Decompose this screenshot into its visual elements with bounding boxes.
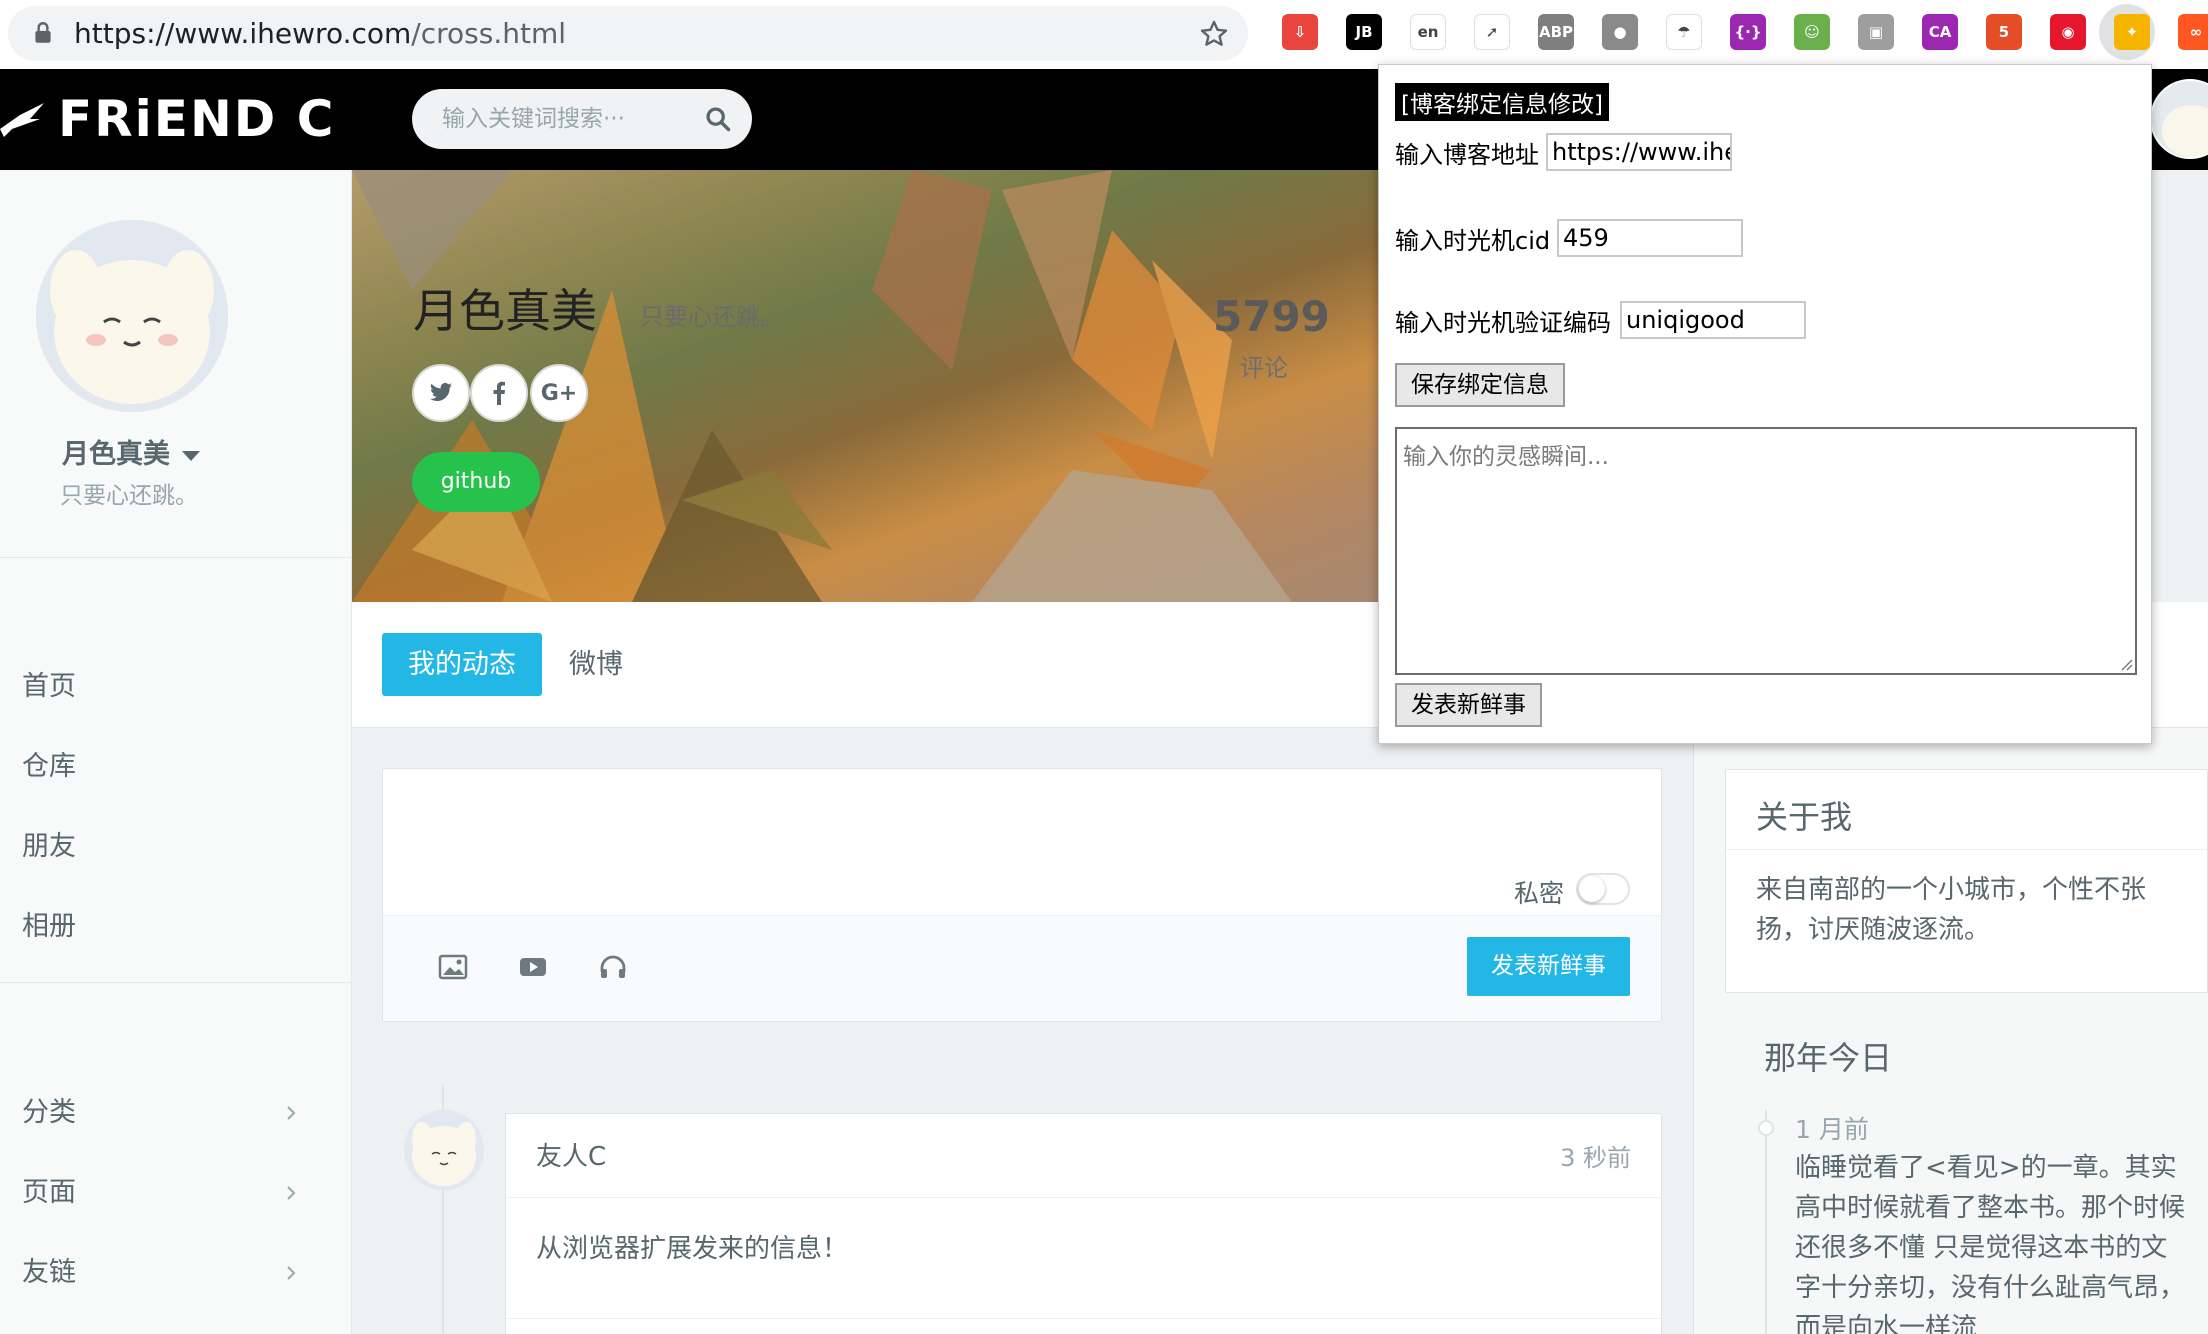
comment-count: 5799	[1213, 292, 1330, 341]
google-plus-icon: G+	[540, 380, 578, 406]
jetbrains-ext-icon[interactable]: JB	[1346, 14, 1382, 50]
profile-signature: 只要心还跳。	[60, 483, 198, 509]
tab-my-feed[interactable]: 我的动态	[382, 633, 542, 696]
site-logo[interactable]: FRiEND C	[0, 87, 335, 151]
nav-group-category[interactable]: 分类	[22, 1090, 76, 1129]
nav-item-home[interactable]: 首页	[22, 664, 76, 703]
profile-title: 月色真美	[413, 284, 597, 338]
about-card: 关于我 来自南部的一个小城市，个性不张扬，讨厌随波逐流。	[1725, 769, 2208, 993]
blog-url-label: 输入博客地址	[1395, 141, 1539, 169]
purple-ext-icon[interactable]: {·}	[1730, 14, 1766, 50]
search-placeholder: 输入关键词搜索···	[442, 106, 625, 132]
feed-post: 友人C 3 秒前 从浏览器扩展发来的信息！	[505, 1113, 1662, 1334]
on-this-day-title: 那年今日	[1764, 1039, 1893, 1077]
github-button[interactable]: github	[412, 452, 540, 512]
ca-ext-icon[interactable]: CA	[1922, 14, 1958, 50]
profile-subtitle: 只要心还跳。	[640, 303, 784, 331]
comment-count-label: 评论	[1240, 354, 1288, 382]
video-icon[interactable]	[518, 954, 548, 980]
chevron-right-icon	[287, 1106, 296, 1120]
tab-weibo[interactable]: 微博	[569, 633, 623, 696]
image-ext-icon[interactable]: ▣	[1858, 14, 1894, 50]
post-author[interactable]: 友人C	[536, 1136, 606, 1173]
timeline-dot	[1758, 1120, 1774, 1136]
resize-grip-icon[interactable]	[2119, 657, 2133, 671]
blog-url-input[interactable]: https://www.ihewro.co	[1546, 133, 1732, 171]
publish-button[interactable]: 发表新鲜事	[1467, 937, 1630, 996]
extension-popup: [博客绑定信息修改] 输入博客地址 https://www.ihewro.co …	[1378, 64, 2152, 744]
nav-item-album[interactable]: 相册	[22, 904, 76, 943]
google-plus-button[interactable]: G+	[530, 364, 588, 422]
parachute-ext-icon[interactable]: ☂	[1666, 14, 1702, 50]
post-time: 3 秒前	[1560, 1144, 1631, 1172]
header-user-avatar[interactable]	[2150, 79, 2208, 159]
bird-logo-icon	[0, 103, 44, 137]
frog-ext-icon[interactable]: ☺	[1794, 14, 1830, 50]
verify-code-input[interactable]: uniqigood	[1620, 301, 1806, 339]
chevron-right-icon	[287, 1266, 296, 1280]
save-binding-button[interactable]: 保存绑定信息	[1395, 363, 1565, 407]
facebook-icon	[493, 381, 505, 405]
search-icon[interactable]	[704, 105, 732, 133]
about-title: 关于我	[1756, 798, 1853, 836]
sidebar-divider	[0, 982, 352, 983]
url-text: https://www.ihewro.com/cross.html	[74, 6, 566, 61]
site-search-input[interactable]: 输入关键词搜索···	[412, 89, 752, 149]
left-sidebar: 月色真美 只要心还跳。 首页 仓库 朋友 相册 分类 页面 友链	[0, 170, 352, 1334]
weibo-ext-icon[interactable]: ◉	[2050, 14, 2086, 50]
on-this-day-timeline	[1765, 1110, 1767, 1334]
profile-name-dropdown[interactable]: 月色真美	[62, 432, 200, 471]
browser-toolbar: https://www.ihewro.com/cross.html ⇩ JB en ➚…	[0, 0, 2208, 69]
verify-code-label: 输入时光机验证编码	[1395, 309, 1611, 337]
twitter-icon	[430, 382, 452, 401]
html5-ext-icon[interactable]: 5	[1986, 14, 2022, 50]
on-this-day-text[interactable]: 临睡觉看了<看见>的一章。其实高中时候就看了整本书。那个时候还很多不懂 只是觉得…	[1795, 1148, 2185, 1334]
cid-input[interactable]: 459	[1557, 219, 1743, 257]
about-divider	[1726, 849, 2207, 850]
post-divider	[506, 1197, 1661, 1198]
popup-title: [博客绑定信息修改]	[1395, 83, 1609, 121]
bookmark-star-icon[interactable]	[1198, 18, 1230, 50]
nav-group-pages[interactable]: 页面	[22, 1170, 76, 1209]
nav-item-friends[interactable]: 朋友	[22, 824, 76, 863]
headphones-icon[interactable]	[598, 954, 628, 980]
translate-ext-icon[interactable]: en	[1410, 14, 1446, 50]
facebook-button[interactable]	[470, 364, 528, 422]
infinity-ext-icon[interactable]: ∞	[2178, 14, 2208, 50]
profile-avatar[interactable]	[36, 220, 228, 412]
image-icon[interactable]	[438, 954, 468, 980]
private-toggle[interactable]	[1576, 873, 1630, 905]
avatar-bear-icon	[36, 220, 228, 412]
private-label: 私密	[1514, 879, 1565, 908]
twitter-button[interactable]	[412, 364, 470, 422]
inspiration-textarea[interactable]: 输入你的灵感瞬间...	[1395, 427, 2137, 675]
post-divider	[506, 1318, 1661, 1319]
avatar-bear-icon	[2152, 81, 2208, 157]
url-host: https://www.ihewro.com	[74, 17, 412, 50]
address-bar[interactable]: https://www.ihewro.com/cross.html	[8, 6, 1248, 61]
toggle-knob	[1579, 876, 1605, 902]
on-this-day-time: 1 月前	[1795, 1115, 1869, 1144]
textarea-placeholder: 输入你的灵感瞬间...	[1403, 444, 1609, 470]
compass-ext-icon[interactable]: ➚	[1474, 14, 1510, 50]
url-path: /cross.html	[411, 17, 567, 50]
cid-label: 输入时光机cid	[1395, 227, 1551, 255]
popup-publish-button[interactable]: 发表新鲜事	[1395, 683, 1542, 727]
caret-down-icon	[182, 450, 200, 461]
profile-name: 月色真美	[62, 439, 170, 470]
adblock-ext-icon[interactable]: ABP	[1538, 14, 1574, 50]
pinwheel-ext-icon[interactable]: ✦	[2114, 14, 2150, 50]
sidebar-divider	[0, 557, 352, 558]
lock-icon	[35, 22, 51, 43]
about-body: 来自南部的一个小城市，个性不张扬，讨厌随波逐流。	[1756, 875, 2147, 945]
logo-text: FRiEND C	[58, 90, 336, 148]
nav-group-links[interactable]: 友链	[22, 1250, 76, 1289]
post-body: 从浏览器扩展发来的信息！	[536, 1234, 849, 1264]
avatar-bear-icon	[404, 1110, 484, 1190]
chevron-right-icon	[287, 1186, 296, 1200]
download-ext-icon[interactable]: ⇩	[1282, 14, 1318, 50]
post-author-avatar[interactable]	[404, 1110, 484, 1190]
nav-item-repo[interactable]: 仓库	[22, 744, 76, 783]
circle-ext-icon[interactable]: ●	[1602, 14, 1638, 50]
